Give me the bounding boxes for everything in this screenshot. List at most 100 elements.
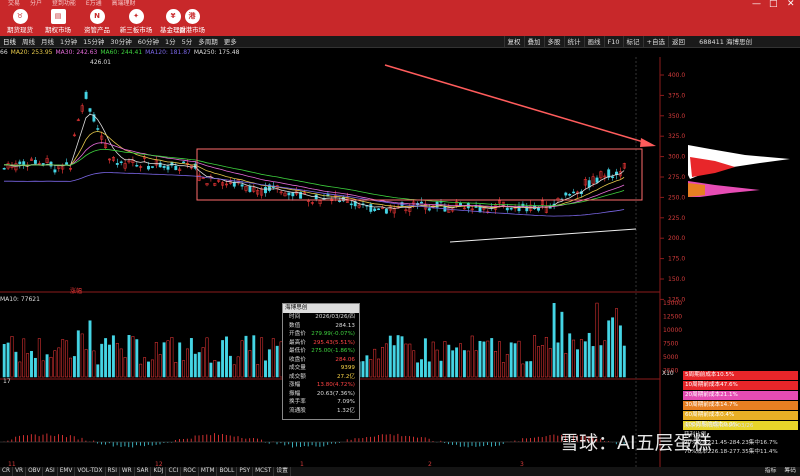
volume-bar [189, 338, 193, 378]
volume-bar [560, 311, 564, 378]
period-tab[interactable]: 周线 [19, 36, 38, 47]
indicator-tab[interactable]: SAR [135, 467, 152, 476]
volume-bar [505, 354, 509, 378]
candle-body [611, 176, 615, 178]
period-tab[interactable]: 1分 [162, 36, 179, 47]
tab-indicator[interactable]: 指标 [760, 467, 781, 476]
close-icon[interactable]: ✕ [787, 0, 795, 9]
volume-bar [65, 340, 69, 378]
indicator-tab[interactable]: KDJ [151, 467, 167, 476]
tool-tab[interactable]: +自选 [642, 36, 668, 47]
volume-bar [377, 358, 381, 378]
volume-bar [365, 355, 369, 378]
indicator-tab[interactable]: CCI [166, 467, 182, 476]
kline-chart[interactable]: 400.0 375.0 350.0 325.0 300.0 275.0 250.0 225.0… [0, 57, 800, 476]
indicator-tab[interactable]: RSI [106, 467, 120, 476]
high-price-label: 426.01 [90, 59, 111, 66]
period-tab[interactable]: 1分钟 [57, 36, 80, 47]
tool-tab[interactable]: F10 [603, 36, 623, 47]
tool-tab[interactable]: 叠加 [523, 36, 544, 47]
volume-bar [478, 340, 482, 378]
menu-item[interactable]: 高端理财 [112, 0, 136, 7]
period-tab[interactable]: 多周期 [195, 36, 221, 47]
indicator-tab[interactable]: VR [13, 467, 27, 476]
indicator-tab[interactable]: ROC [181, 467, 199, 476]
tool-tab[interactable]: 画线 [583, 36, 604, 47]
period-tab[interactable]: 60分钟 [135, 36, 162, 47]
tool-tab[interactable]: 多股 [543, 36, 564, 47]
maximize-icon[interactable]: □ [769, 0, 778, 9]
indicator-tab[interactable]: CR [0, 467, 14, 476]
ma-item: MA20: 253.95 [10, 49, 53, 56]
toolbar-futures-button[interactable]: ♉ 期货现货 [0, 9, 40, 36]
candle-body [568, 194, 572, 196]
indicator-tab[interactable]: WR [120, 467, 135, 476]
indicator-tab[interactable]: BOLL [217, 467, 238, 476]
tooltip-key: 成交量 [289, 365, 306, 371]
period-tab[interactable]: 月线 [38, 36, 57, 47]
tooltip-row: 最高价 295.43(5.51%) [283, 339, 359, 348]
volume-bar [529, 361, 533, 378]
volume-bar [435, 349, 439, 378]
candle-body [369, 204, 373, 212]
candle-body [166, 166, 170, 170]
volume-bar [139, 363, 143, 378]
indicator-tab[interactable]: ASI [43, 467, 58, 476]
indicator-tab[interactable]: MTM [199, 467, 218, 476]
tooltip-key: 最低价 [289, 348, 306, 354]
tooltip-value: 284.13 [335, 322, 355, 329]
ma-item: MA60: 244.41 [100, 49, 143, 56]
period-tab[interactable]: 日线 [0, 36, 19, 47]
minimize-icon[interactable]: — [752, 0, 761, 9]
volume-bar [61, 339, 65, 378]
toolbar-options-button[interactable]: ▤ 期权市场 [38, 9, 78, 36]
tooltip-row: 最低价 275.00(-1.86%) [283, 347, 359, 356]
volume-bar [439, 360, 443, 378]
toolbar-neeq-button[interactable]: ✦ 新三板市场 [116, 9, 156, 36]
volume-bar [509, 342, 513, 378]
period-tab[interactable]: 更多 [221, 36, 240, 47]
scale-label: X10 [662, 370, 674, 377]
period-tab[interactable]: 5分 [179, 36, 196, 47]
tool-tab[interactable]: 标记 [622, 36, 643, 47]
indicator-tab[interactable]: EMV [58, 467, 76, 476]
period-tab[interactable]: 30分钟 [107, 36, 134, 47]
volume-tick: 5000 [663, 354, 678, 361]
volume-tick: 12500 [663, 314, 682, 321]
hk-icon: 港 [184, 9, 200, 24]
volume-bar [482, 341, 486, 378]
menu-item[interactable]: 登到功能 [52, 0, 76, 7]
indicator-tab[interactable]: OBV [26, 467, 44, 476]
tooltip-row: 数值 284.13 [283, 322, 359, 331]
tool-tab[interactable]: 统计 [563, 36, 584, 47]
candle-body [84, 91, 88, 99]
toolbar-label: 新三板市场 [119, 26, 153, 34]
toolbar-hk-button[interactable]: 港 香港市场 [172, 9, 212, 36]
candle-body [147, 165, 150, 170]
indicator-tab[interactable]: 设置 [274, 467, 291, 476]
indicator-tab[interactable]: VOL-TDX [75, 467, 106, 476]
candle-body [564, 192, 568, 196]
volume-bar [84, 349, 88, 378]
tool-tab[interactable]: 返回 [668, 36, 688, 47]
tool-tab[interactable]: 复权 [503, 36, 524, 47]
menu-item[interactable]: 交易 [8, 0, 20, 7]
period-tab[interactable]: 15分钟 [80, 36, 107, 47]
volume-bar [568, 333, 572, 378]
volume-bar [607, 320, 611, 378]
indicator-tab[interactable]: PSY [237, 467, 254, 476]
stock-title: 688411 海博思创 [699, 36, 752, 47]
volume-bar [100, 343, 104, 378]
toolbar-asset-button[interactable]: N 资管产品 [77, 9, 117, 36]
volume-bar [564, 353, 568, 378]
tab-chips[interactable]: 筹码 [780, 467, 800, 476]
tooltip-value: 20.63(7.36%) [316, 390, 355, 397]
tooltip-row: 换手率 7.09% [283, 398, 359, 407]
volume-bar [459, 343, 462, 378]
indicator-tab[interactable]: MCST [253, 467, 275, 476]
menu-item[interactable]: 分户 [30, 0, 42, 7]
volume-bar [92, 350, 96, 378]
menu-item[interactable]: E万通 [86, 0, 102, 7]
indicator-tabs: CR VR OBV ASI EMV VOL-TDX RSI WR SAR KDJ CCI ROC MTM… [0, 467, 800, 476]
volume-bar [14, 351, 18, 378]
